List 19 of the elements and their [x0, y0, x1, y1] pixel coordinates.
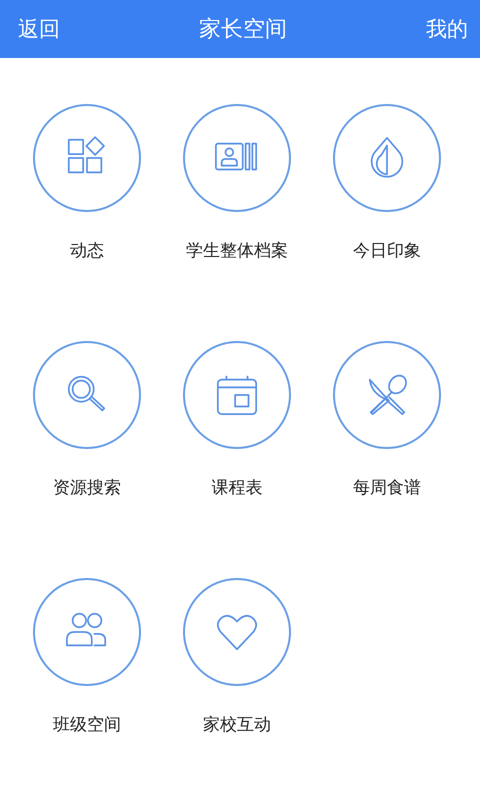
menu-item-label: 动态 [70, 242, 104, 260]
menu-item-button[interactable] [333, 104, 441, 212]
back-button[interactable]: 返回 [18, 15, 60, 43]
menu-item-label: 资源搜索 [53, 479, 121, 497]
menu-item-label: 今日印象 [353, 242, 421, 260]
menu-item-button[interactable] [183, 341, 291, 449]
menu-item-label: 学生整体档案 [186, 242, 288, 260]
page-title: 家长空间 [199, 16, 287, 44]
menu-item-label: 每周食谱 [353, 479, 421, 497]
menu-item-button[interactable] [333, 341, 441, 449]
menu-item-label: 家校互动 [203, 716, 271, 734]
menu-item-button[interactable] [183, 578, 291, 686]
menu-item-button[interactable] [33, 578, 141, 686]
menu-item-button[interactable] [33, 104, 141, 212]
menu-item-label: 课程表 [212, 479, 262, 497]
menu-item-button[interactable] [183, 104, 291, 212]
menu-item-label: 班级空间 [53, 716, 121, 734]
menu-item-button[interactable] [33, 341, 141, 449]
mine-link[interactable]: 我的 [426, 15, 468, 43]
